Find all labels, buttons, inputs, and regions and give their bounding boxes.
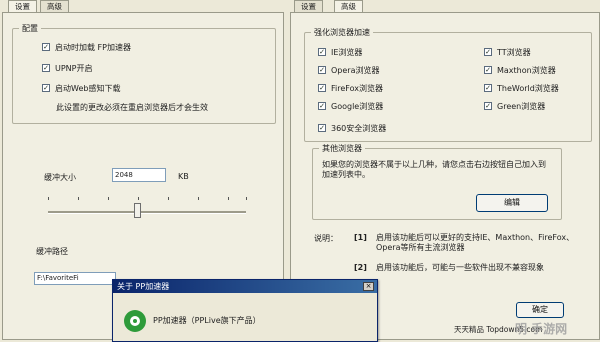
buffer-slider-track[interactable] [48, 211, 246, 214]
dialog-title: 关于 PP加速器 [117, 282, 170, 291]
browser-checkbox[interactable]: ✓ [318, 48, 326, 56]
browser-label: TT浏览器 [497, 48, 531, 57]
slider-tick [108, 197, 109, 200]
dialog-titlebar[interactable]: 关于 PP加速器 [113, 280, 377, 293]
browser-checkbox[interactable]: ✓ [318, 102, 326, 110]
browser-checkbox[interactable]: ✓ [484, 48, 492, 56]
slider-tick [78, 197, 79, 200]
slider-tick [246, 197, 247, 200]
option-checkbox[interactable]: ✓ [42, 64, 50, 72]
explain-text: 启用该功能后可以更好的支持IE、Maxthon、FireFox、Opera等所有… [376, 233, 575, 252]
about-dialog: 关于 PP加速器 × PP加速器（PPLive旗下产品） [112, 279, 378, 342]
explain-label: 说明： [314, 234, 338, 243]
browser-accel-group-title: 强化浏览器加速 [311, 27, 373, 38]
browser-label: Google浏览器 [331, 102, 384, 111]
option-checkbox[interactable]: ✓ [42, 84, 50, 92]
buffer-size-label: 缓冲大小 [44, 173, 76, 182]
pp-logo-icon [124, 310, 146, 332]
browser-checkbox[interactable]: ✓ [484, 66, 492, 74]
buffer-unit-label: KB [178, 172, 189, 181]
browser-checkbox[interactable]: ✓ [484, 102, 492, 110]
buffer-path-label: 缓冲路径 [36, 247, 68, 256]
browser-checkbox[interactable]: ✓ [318, 66, 326, 74]
buffer-path-input[interactable]: F:\FavoriteFi [34, 272, 116, 285]
buffer-size-input[interactable]: 2048 [112, 168, 166, 182]
browser-checkbox[interactable]: ✓ [318, 124, 326, 132]
config-group-title: 配置 [19, 23, 41, 34]
close-icon[interactable]: × [363, 282, 374, 291]
slider-tick [198, 197, 199, 200]
browser-label: IE浏览器 [331, 48, 363, 57]
explain-mark: [2] [354, 263, 367, 272]
other-browser-group-title: 其他浏览器 [319, 143, 365, 154]
browser-label: FireFox浏览器 [331, 84, 383, 93]
option-label: 启动Web感知下载 [55, 84, 121, 93]
explain-text: 启用该功能后，可能与一些软件出现不兼容现象 [376, 263, 544, 272]
restart-note: 此设置的更改必须在重启浏览器后才会生效 [56, 103, 208, 112]
browser-checkbox[interactable]: ✓ [484, 84, 492, 92]
browser-label: TheWorld浏览器 [497, 84, 559, 93]
option-label: UPNP开启 [55, 64, 93, 73]
browser-checkbox[interactable]: ✓ [318, 84, 326, 92]
slider-tick [48, 197, 49, 200]
option-checkbox[interactable]: ✓ [42, 43, 50, 51]
option-label: 启动时加载 FP加速器 [55, 43, 131, 52]
browser-label: 360安全浏览器 [331, 124, 387, 133]
slider-tick [168, 197, 169, 200]
slider-tick [138, 197, 139, 200]
slider-tick [228, 197, 229, 200]
browser-label: Green浏览器 [497, 102, 546, 111]
explain-mark: [1] [354, 233, 367, 242]
browser-label: Maxthon浏览器 [497, 66, 556, 75]
browser-label: Opera浏览器 [331, 66, 380, 75]
ok-button[interactable]: 确定 [516, 302, 564, 318]
other-browser-text: 如果您的浏览器不属于以上几种，请您点击右边按钮自己加入到加速列表中。 [322, 160, 546, 179]
edit-button[interactable]: 编辑 [476, 194, 548, 212]
watermark-text: 明 手游网 [515, 322, 568, 336]
dialog-product-text: PP加速器（PPLive旗下产品） [153, 316, 261, 325]
buffer-slider-thumb[interactable] [133, 203, 141, 218]
